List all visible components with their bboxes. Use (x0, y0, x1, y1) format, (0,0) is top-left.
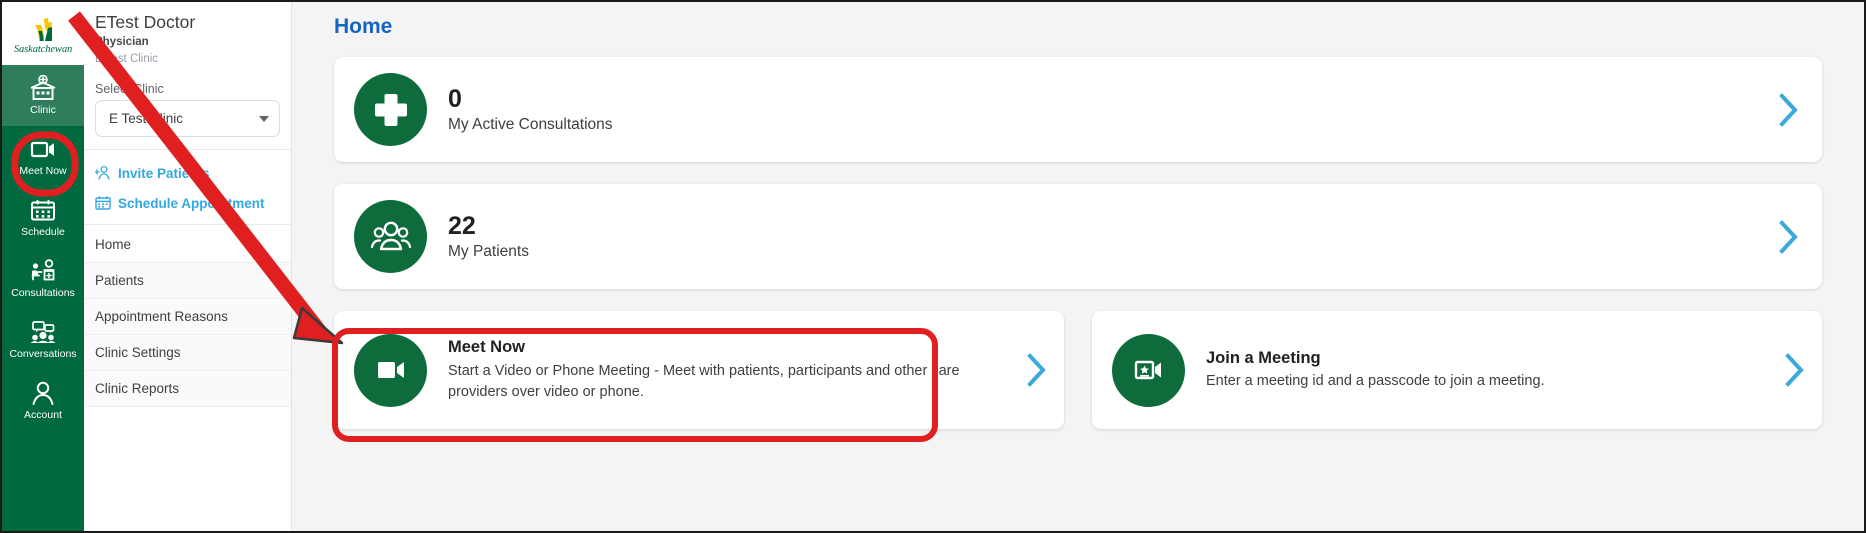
stat-avatar (354, 73, 427, 146)
user-clinic: E Test Clinic (95, 51, 280, 68)
main-content: Home 0 My Active Consultations (292, 2, 1864, 531)
rail-item-label: Schedule (21, 227, 65, 238)
rail-item-account[interactable]: Account (2, 370, 84, 431)
action-description: Start a Video or Phone Meeting - Meet wi… (448, 361, 1020, 403)
rail-item-label: Clinic (30, 105, 56, 116)
action-title: Meet Now (448, 337, 1020, 358)
action-card-meet-now[interactable]: Meet Now Start a Video or Phone Meeting … (334, 311, 1064, 429)
select-clinic-wrapper: E Test Clinic (84, 100, 291, 149)
rail-item-conversations[interactable]: Conversations (2, 309, 84, 370)
user-info-block: ETest Doctor Physician E Test Clinic (84, 2, 291, 76)
calendar-icon (95, 195, 111, 211)
action-cards-row: Meet Now Start a Video or Phone Meeting … (334, 311, 1822, 429)
action-description: Enter a meeting id and a passcode to joi… (1206, 371, 1778, 392)
selected-clinic-value: E Test Clinic (109, 111, 259, 126)
stat-card-my-patients[interactable]: 22 My Patients (334, 184, 1822, 289)
stat-text: 0 My Active Consultations (427, 86, 1778, 134)
rail-item-schedule[interactable]: Schedule (2, 187, 84, 248)
user-role: Physician (95, 35, 280, 50)
rail-item-label: Consultations (11, 288, 75, 299)
stat-value: 0 (448, 86, 1778, 112)
rail-item-label: Account (24, 410, 62, 421)
chevron-right-icon[interactable] (1026, 353, 1048, 387)
app-window: Saskatchewan Clinic Meet Now (0, 0, 1866, 533)
action-card-join-a-meeting[interactable]: Join a Meeting Enter a meeting id and a … (1092, 311, 1822, 429)
chevron-right-icon[interactable] (1778, 220, 1800, 254)
action-avatar (354, 334, 427, 407)
nav-item-appointment-reasons[interactable]: Appointment Reasons (84, 299, 291, 335)
stat-card-active-consultations[interactable]: 0 My Active Consultations (334, 57, 1822, 162)
select-clinic-dropdown[interactable]: E Test Clinic (95, 100, 280, 137)
add-person-icon (95, 165, 111, 181)
nav-item-patients[interactable]: Patients (84, 263, 291, 299)
nav-item-clinic-reports[interactable]: Clinic Reports (84, 371, 291, 407)
chevron-right-icon[interactable] (1784, 353, 1806, 387)
person-icon (28, 380, 58, 407)
rail-item-label: Conversations (9, 349, 76, 360)
stat-label: My Patients (448, 243, 1778, 261)
cards-container: 0 My Active Consultations (292, 39, 1864, 429)
action-title: Join a Meeting (1206, 348, 1778, 369)
nav-item-clinic-settings[interactable]: Clinic Settings (84, 335, 291, 371)
action-text: Join a Meeting Enter a meeting id and a … (1185, 348, 1784, 393)
logo-wordmark: Saskatchewan (14, 44, 72, 55)
stat-label: My Active Consultations (448, 116, 1778, 134)
rail-item-meet-now[interactable]: Meet Now (2, 126, 84, 187)
chevron-down-icon (259, 116, 269, 122)
saskatchewan-logo: Saskatchewan (2, 2, 84, 65)
clinic-icon (28, 75, 58, 102)
wheat-sheaf-logo-icon (28, 17, 58, 43)
rail-item-label: Meet Now (19, 166, 66, 177)
quick-link-invite-patients[interactable]: Invite Patients (84, 158, 291, 188)
rail-item-consultations[interactable]: Consultations (2, 248, 84, 309)
video-camera-icon (371, 350, 411, 390)
quick-link-label: Schedule Appointment (118, 196, 265, 211)
medical-cross-icon (370, 89, 412, 131)
join-meeting-icon (1129, 350, 1169, 390)
stat-avatar (354, 200, 427, 273)
stat-value: 22 (448, 213, 1778, 239)
quick-link-label: Invite Patients (118, 166, 210, 181)
consultation-desk-icon (28, 258, 58, 285)
user-name: ETest Doctor (95, 12, 280, 32)
quick-link-schedule-appointment[interactable]: Schedule Appointment (84, 188, 291, 218)
quick-links-group: Invite Patients Schedule Appointment (84, 150, 291, 224)
select-clinic-label: Select Clinic (84, 76, 291, 100)
action-text: Meet Now Start a Video or Phone Meeting … (427, 337, 1026, 403)
rail-item-clinic[interactable]: Clinic (2, 65, 84, 126)
stat-text: 22 My Patients (427, 213, 1778, 261)
nav-item-home[interactable]: Home (84, 227, 291, 263)
primary-icon-rail: Saskatchewan Clinic Meet Now (2, 2, 84, 531)
chevron-right-icon[interactable] (1778, 93, 1800, 127)
page-title: Home (292, 10, 1864, 39)
calendar-icon (28, 197, 58, 224)
chat-group-icon (28, 319, 58, 346)
video-camera-icon (28, 136, 58, 163)
action-avatar (1112, 334, 1185, 407)
nav-menu: Home Patients Appointment Reasons Clinic… (84, 225, 291, 407)
patients-group-icon (370, 216, 412, 258)
secondary-nav-panel: ETest Doctor Physician E Test Clinic Sel… (84, 2, 292, 531)
